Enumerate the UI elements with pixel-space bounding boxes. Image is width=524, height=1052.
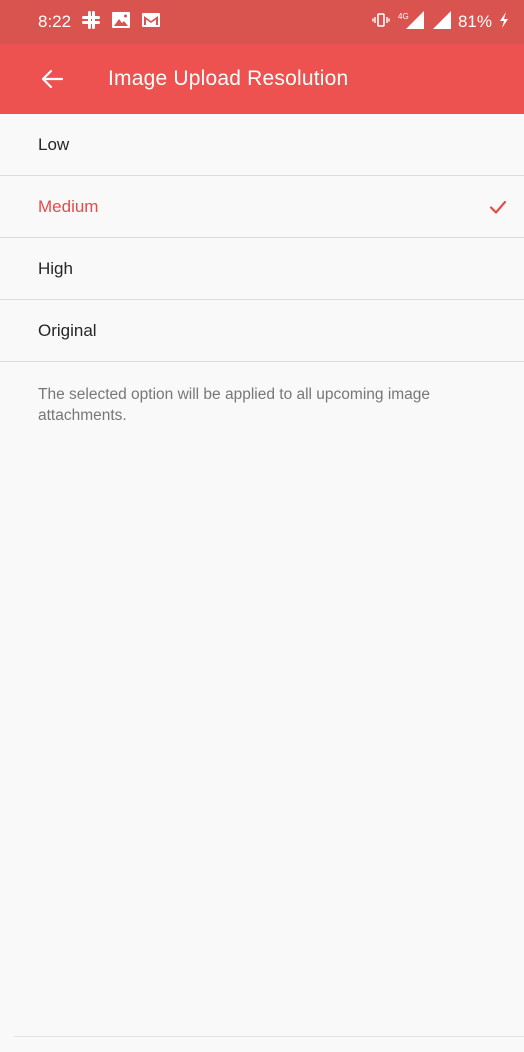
gmail-icon — [141, 12, 161, 33]
gallery-icon — [111, 11, 131, 34]
note-text: The selected option will be applied to a… — [38, 386, 431, 424]
vibrate-icon — [372, 11, 390, 34]
signal-4g-icon: 4G — [396, 10, 426, 35]
option-label: Medium — [38, 196, 99, 216]
status-left: 8:22 — [38, 10, 161, 35]
page-title: Image Upload Resolution — [108, 67, 349, 90]
charging-icon — [498, 11, 510, 34]
slack-icon — [81, 10, 101, 35]
option-label: Low — [38, 134, 70, 154]
signal-icon — [432, 10, 452, 35]
status-right: 4G 81% — [372, 10, 510, 35]
resolution-options-list: Low Medium High Original — [0, 114, 524, 362]
status-time: 8:22 — [38, 12, 72, 31]
option-low[interactable]: Low — [0, 114, 524, 176]
option-label: High — [38, 258, 73, 278]
option-high[interactable]: High — [0, 238, 524, 300]
bottom-divider — [14, 1036, 524, 1037]
back-button[interactable] — [38, 65, 66, 93]
app-bar: Image Upload Resolution — [0, 44, 524, 114]
check-icon — [489, 200, 507, 214]
option-label: Original — [38, 320, 97, 340]
battery-level: 81% — [457, 12, 492, 31]
option-original[interactable]: Original — [0, 300, 524, 362]
svg-text:4G: 4G — [398, 12, 409, 21]
arrow-left-icon — [41, 69, 63, 89]
option-medium[interactable]: Medium — [0, 176, 524, 238]
status-bar: 8:22 4G 81% — [0, 0, 524, 44]
